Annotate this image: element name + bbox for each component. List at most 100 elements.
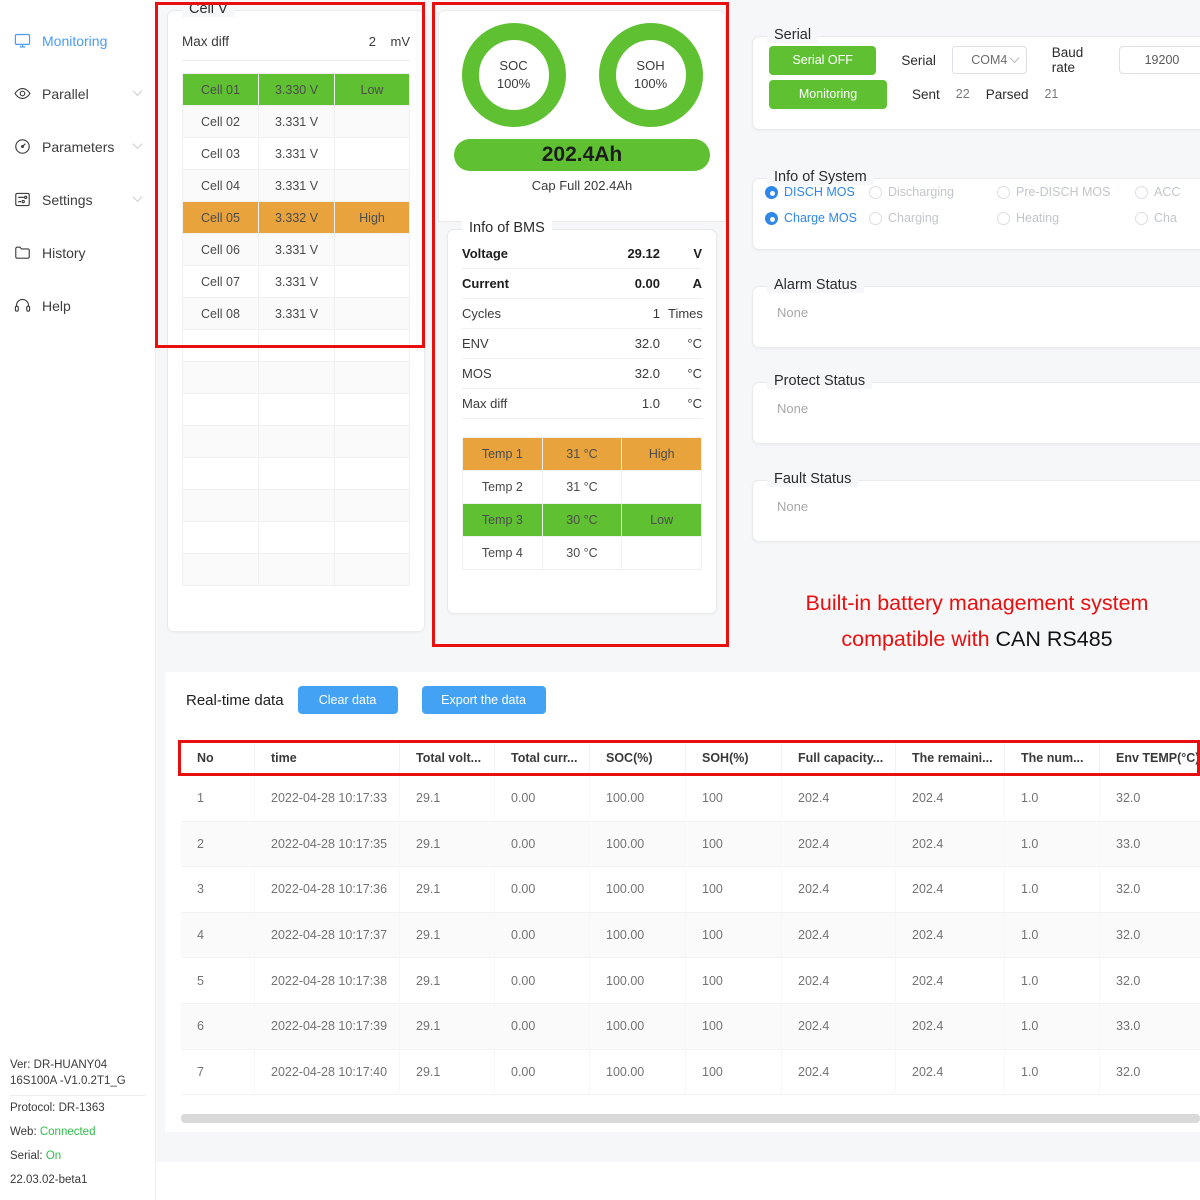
system-flag[interactable]: ACC — [1135, 185, 1195, 199]
system-flag-label: ACC — [1154, 185, 1180, 199]
cell-row — [183, 522, 409, 554]
table-column-header[interactable]: SOH(%) — [686, 740, 782, 776]
bms-monitoring-app: Monitoring ParallelParametersSettingsHist… — [0, 0, 1200, 1200]
cell-tag — [335, 490, 409, 521]
table-cell: 0.00 — [495, 1050, 590, 1096]
table-column-header[interactable]: Full capacity... — [782, 740, 896, 776]
parsed-label: Parsed — [986, 87, 1029, 102]
table-cell: 2022-04-28 10:17:39 — [255, 1004, 400, 1050]
export-data-button[interactable]: Export the data — [422, 686, 546, 714]
table-cell: 202.4 — [782, 1050, 896, 1096]
parsed-value: 21 — [1044, 87, 1058, 101]
cell-row — [183, 426, 409, 458]
folder-icon — [14, 244, 36, 262]
radio-icon — [869, 212, 882, 225]
table-cell: 100.00 — [590, 913, 686, 959]
cell-voltage: 3.331 V — [259, 106, 335, 137]
table-column-header[interactable]: SOC(%) — [590, 740, 686, 776]
cell-voltage: 3.331 V — [259, 138, 335, 169]
table-column-header[interactable]: The remaini... — [896, 740, 1005, 776]
system-flag[interactable]: Charge MOS — [765, 211, 869, 225]
cell-max-diff-label: Max diff — [182, 34, 336, 49]
cell-row: Cell 073.331 V — [183, 266, 409, 298]
table-cell: 2022-04-28 10:17:40 — [255, 1050, 400, 1096]
temperature-name: Temp 4 — [463, 537, 543, 569]
serial-port-value: COM4 — [971, 53, 1007, 67]
temperature-tag — [622, 471, 701, 503]
table-column-header[interactable]: The num... — [1005, 740, 1100, 776]
bms-info-key: MOS — [462, 366, 598, 381]
table-cell: 100 — [686, 958, 782, 1004]
table-row[interactable]: 32022-04-28 10:17:3629.10.00100.00100202… — [181, 867, 1200, 913]
table-column-header[interactable]: No — [181, 740, 255, 776]
table-column-header[interactable]: Total curr... — [495, 740, 590, 776]
system-flag[interactable]: Cha — [1135, 211, 1195, 225]
sidebar-item-parallel[interactable]: Parallel — [0, 67, 155, 120]
system-flag[interactable]: Heating — [997, 211, 1135, 225]
monitoring-button[interactable]: Monitoring — [769, 80, 887, 109]
table-cell: 2022-04-28 10:17:35 — [255, 822, 400, 868]
radio-icon — [1135, 186, 1148, 199]
bms-info-value: 32.0 — [598, 366, 660, 381]
sidebar-item-parameters[interactable]: Parameters — [0, 120, 155, 173]
serial-toggle-button[interactable]: Serial OFF — [769, 46, 876, 75]
table-cell: 5 — [181, 958, 255, 1004]
sidebar-item-monitoring[interactable]: Monitoring — [0, 14, 155, 67]
table-cell: 100 — [686, 867, 782, 913]
radio-icon — [997, 186, 1010, 199]
system-info-panel: Info of System DISCH MOSDischargingPre-D… — [752, 178, 1200, 250]
table-row[interactable]: 42022-04-28 10:17:3729.10.00100.00100202… — [181, 913, 1200, 959]
system-flag[interactable]: Charging — [869, 211, 997, 225]
serial-label: Serial: — [10, 1150, 43, 1162]
sidebar-item-label: Monitoring — [42, 33, 107, 49]
table-cell: 100.00 — [590, 867, 686, 913]
baud-rate-input[interactable] — [1119, 46, 1200, 74]
cell-row — [183, 458, 409, 490]
cell-row — [183, 554, 409, 586]
table-column-header[interactable]: Total volt... — [400, 740, 495, 776]
sidebar-item-history[interactable]: History — [0, 226, 155, 279]
table-row[interactable]: 52022-04-28 10:17:3829.10.00100.00100202… — [181, 958, 1200, 1004]
sidebar-item-settings[interactable]: Settings — [0, 173, 155, 226]
table-cell: 29.1 — [400, 1004, 495, 1050]
table-row[interactable]: 22022-04-28 10:17:3529.10.00100.00100202… — [181, 822, 1200, 868]
table-column-header[interactable]: Env TEMP(°C) — [1100, 740, 1200, 776]
fault-status-panel: Fault Status None — [752, 480, 1200, 542]
table-row[interactable]: 12022-04-28 10:17:3329.10.00100.00100202… — [181, 776, 1200, 822]
cell-max-diff-unit: mV — [376, 34, 410, 49]
chevron-down-icon[interactable] — [134, 195, 143, 204]
serial-port-select[interactable]: COM4 — [952, 46, 1027, 74]
sidebar-item-help[interactable]: Help — [0, 279, 155, 332]
cell-row: Cell 043.331 V — [183, 170, 409, 202]
table-column-header[interactable]: time — [255, 740, 400, 776]
table-row[interactable]: 62022-04-28 10:17:3929.10.00100.00100202… — [181, 1004, 1200, 1050]
table-cell: 100.00 — [590, 776, 686, 822]
table-row[interactable]: 72022-04-28 10:17:4029.10.00100.00100202… — [181, 1050, 1200, 1096]
system-flag[interactable]: DISCH MOS — [765, 185, 869, 199]
system-flag[interactable]: Discharging — [869, 185, 997, 199]
system-flag-label: Charging — [888, 211, 939, 225]
capacity-bar: 202.4Ah — [454, 139, 710, 171]
cell-tag: Low — [335, 74, 409, 105]
clear-data-button[interactable]: Clear data — [298, 686, 398, 714]
table-cell: 2022-04-28 10:17:38 — [255, 958, 400, 1004]
horizontal-scrollbar[interactable] — [181, 1114, 1200, 1123]
table-cell: 32.0 — [1100, 1050, 1200, 1096]
cell-tag — [335, 234, 409, 265]
cell-voltage: 3.331 V — [259, 266, 335, 297]
system-flag[interactable]: Pre-DISCH MOS — [997, 185, 1135, 199]
cell-voltage-table: Cell 013.330 VLowCell 023.331 VCell 033.… — [182, 73, 410, 586]
alarm-status-panel: Alarm Status None — [752, 286, 1200, 348]
chevron-down-icon[interactable] — [134, 142, 143, 151]
cell-max-diff-value: 2 — [336, 34, 376, 49]
system-info-legend: Info of System — [767, 169, 874, 185]
temperature-name: Temp 1 — [463, 438, 543, 470]
cell-row: Cell 033.331 V — [183, 138, 409, 170]
cell-row: Cell 013.330 VLow — [183, 74, 409, 106]
chevron-down-icon[interactable] — [134, 89, 143, 98]
bms-info-value: 0.00 — [598, 276, 660, 291]
table-cell: 29.1 — [400, 822, 495, 868]
cell-voltage: 3.331 V — [259, 234, 335, 265]
table-cell: 100.00 — [590, 958, 686, 1004]
table-cell: 29.1 — [400, 958, 495, 1004]
